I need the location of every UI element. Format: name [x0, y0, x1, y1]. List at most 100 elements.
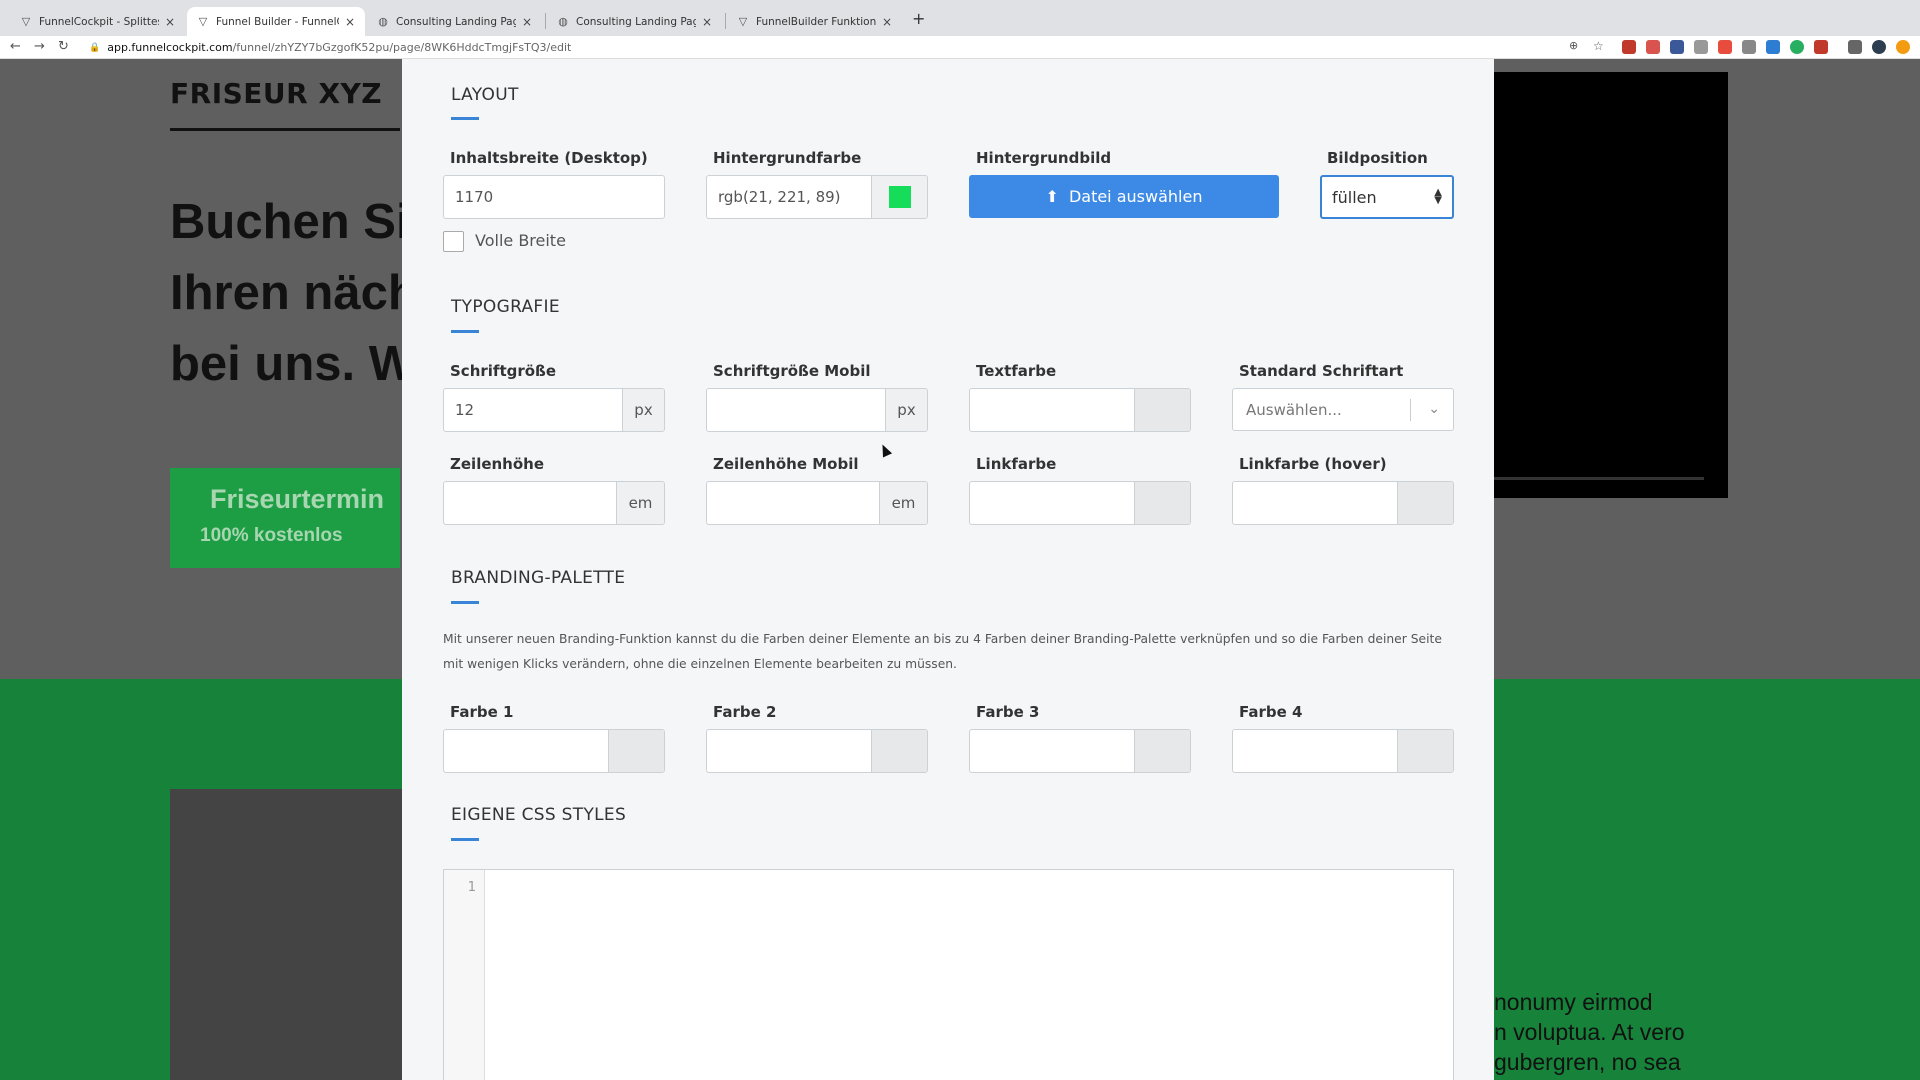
browser-tab-3[interactable]: ◍ Consulting Landing Page ×: [367, 7, 542, 36]
lorem-text: nonumy eirmod n voluptua. At vero guberg…: [1494, 987, 1685, 1077]
link-color-hover-value: [1233, 482, 1397, 524]
lorem-line: gubergren, no sea: [1494, 1049, 1681, 1075]
hero-heading: Buchen Si Ihren näch bei uns. W: [170, 187, 418, 400]
color-picker[interactable]: [608, 730, 664, 772]
tab-title: Consulting Landing Page: [396, 15, 516, 28]
zoom-icon[interactable]: ⊕: [1569, 39, 1578, 52]
image-position-select[interactable]: füllen ▲ ▼: [1320, 175, 1454, 219]
typography-section-title: TYPOGRAFIE: [451, 297, 560, 317]
brand-underline: [170, 128, 400, 131]
url-field[interactable]: 🔒 app.funnelcockpit.com /funnel/zhYZY7bG…: [89, 39, 1567, 56]
font-size-value: 12: [455, 401, 475, 419]
section-underline: [451, 330, 479, 333]
color3-value: [970, 730, 1134, 772]
extension-icon[interactable]: [1896, 40, 1910, 54]
url-path: /funnel/zhYZY7bGzgofK52pu/page/8WK6HddcT…: [232, 41, 572, 54]
extension-icon[interactable]: [1622, 40, 1636, 54]
close-icon[interactable]: ×: [345, 15, 355, 29]
close-icon[interactable]: ×: [702, 15, 712, 29]
close-icon[interactable]: ×: [522, 15, 532, 29]
default-font-label: Standard Schriftart: [1239, 362, 1404, 380]
tab-title: Funnel Builder - FunnelCockpit: [216, 15, 339, 28]
choose-file-button[interactable]: ⬆ Datei auswählen: [969, 175, 1279, 218]
tab-title: FunnelBuilder Funktionen & El: [756, 15, 876, 28]
forward-icon[interactable]: →: [34, 39, 45, 54]
photo-placeholder: [170, 789, 402, 1080]
site-brand: FRISEUR XYZ: [170, 77, 383, 110]
chevron-down-icon: ⌄: [1428, 401, 1440, 417]
color4-input[interactable]: [1232, 729, 1454, 773]
browser-tab-1[interactable]: ▽ FunnelCockpit - Splittests, Ma ×: [10, 7, 185, 36]
font-size-mobile-input[interactable]: px: [706, 388, 928, 432]
color4-value: [1233, 730, 1397, 772]
line-number-gutter: 1: [444, 870, 485, 1080]
reload-icon[interactable]: ↻: [58, 39, 69, 54]
browser-tab-bar: ▽ FunnelCockpit - Splittests, Ma × ▽ Fun…: [0, 0, 1920, 36]
new-tab-icon[interactable]: +: [912, 9, 925, 28]
font-size-mobile-value: [707, 389, 885, 431]
color3-input[interactable]: [969, 729, 1191, 773]
text-color-input[interactable]: [969, 388, 1191, 432]
extension-icon[interactable]: [1646, 40, 1660, 54]
back-icon[interactable]: ←: [10, 39, 21, 54]
extension-icon[interactable]: [1694, 40, 1708, 54]
video-placeholder: [1494, 72, 1728, 498]
facebook-icon[interactable]: [1670, 40, 1684, 54]
browser-tab-4[interactable]: ◍ Consulting Landing Page ×: [547, 7, 722, 36]
color-picker[interactable]: [1134, 389, 1190, 431]
extension-icon[interactable]: [1814, 40, 1828, 54]
branding-section-title: BRANDING-PALETTE: [451, 568, 626, 588]
color-picker[interactable]: [1134, 730, 1190, 772]
bg-image-label: Hintergrundbild: [976, 149, 1112, 167]
line-height-input[interactable]: em: [443, 481, 665, 525]
full-width-label: Volle Breite: [475, 231, 566, 250]
link-color-input[interactable]: [969, 481, 1191, 525]
content-width-input[interactable]: 1170: [443, 175, 665, 219]
font-size-input[interactable]: 12 px: [443, 388, 665, 432]
full-width-checkbox[interactable]: [443, 231, 464, 252]
grammarly-icon[interactable]: [1790, 40, 1804, 54]
color1-input[interactable]: [443, 729, 665, 773]
line-height-mobile-label: Zeilenhöhe Mobil: [713, 455, 859, 473]
line-height-mobile-input[interactable]: em: [706, 481, 928, 525]
color-picker[interactable]: [871, 730, 927, 772]
upload-icon: ⬆: [1045, 187, 1059, 206]
browser-tab-5[interactable]: ▽ FunnelBuilder Funktionen & El ×: [727, 7, 902, 36]
line-height-value: [444, 482, 616, 524]
css-code-editor[interactable]: 1: [443, 869, 1454, 1080]
default-font-placeholder: Auswählen...: [1246, 400, 1342, 419]
color-picker[interactable]: [1397, 730, 1453, 772]
color3-label: Farbe 3: [976, 703, 1040, 721]
lock-icon: 🔒: [89, 42, 101, 53]
link-color-hover-input[interactable]: [1232, 481, 1454, 525]
default-font-select[interactable]: Auswählen... ⌄: [1232, 388, 1454, 431]
image-position-value: füllen: [1332, 187, 1377, 207]
bg-color-label: Hintergrundfarbe: [713, 149, 862, 167]
reading-list-icon[interactable]: [1848, 40, 1862, 54]
extension-icon[interactable]: [1766, 40, 1780, 54]
color1-value: [444, 730, 608, 772]
lorem-line: n voluptua. At vero: [1494, 1019, 1685, 1045]
tab-title: Consulting Landing Page: [576, 15, 696, 28]
extension-icon[interactable]: [1718, 40, 1732, 54]
bg-color-picker[interactable]: [871, 176, 927, 218]
globe-icon: ◍: [378, 14, 388, 28]
color2-input[interactable]: [706, 729, 928, 773]
close-icon[interactable]: ×: [882, 15, 892, 29]
line-height-label: Zeilenhöhe: [450, 455, 545, 473]
cta-line1: Friseurtermin: [210, 484, 385, 514]
page-settings-modal: LAYOUT Inhaltsbreite (Desktop) 1170 Voll…: [402, 59, 1494, 1080]
dropdown-divider: [1410, 399, 1411, 421]
unit-addon: px: [622, 389, 664, 431]
color-picker[interactable]: [1397, 482, 1453, 524]
browser-tab-2[interactable]: ▽ Funnel Builder - FunnelCockpit ×: [187, 7, 365, 36]
color-picker[interactable]: [1134, 482, 1190, 524]
close-icon[interactable]: ×: [165, 15, 175, 29]
link-color-label: Linkfarbe: [976, 455, 1057, 473]
hero-line: Buchen Si: [170, 195, 410, 249]
bg-color-input[interactable]: rgb(21, 221, 89): [706, 175, 928, 219]
css-section-title: EIGENE CSS STYLES: [451, 805, 627, 825]
extension-icon[interactable]: [1742, 40, 1756, 54]
bookmark-star-icon[interactable]: ☆: [1593, 39, 1604, 53]
avatar[interactable]: [1872, 40, 1886, 54]
